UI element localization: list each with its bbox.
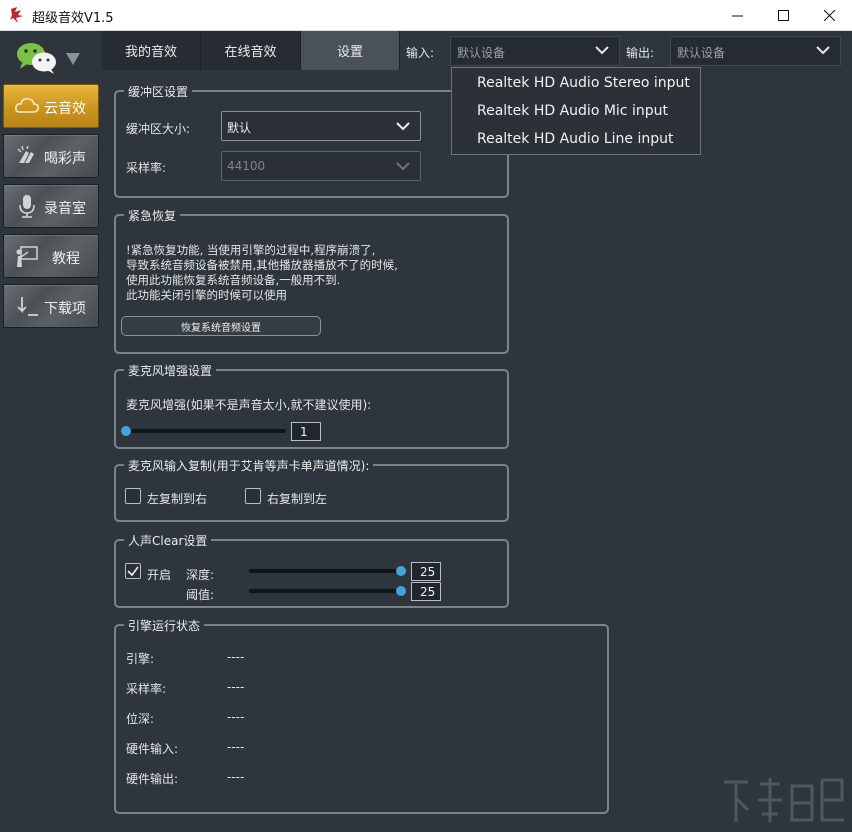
- input-device-value: 默认设备: [457, 46, 506, 60]
- tab-my-effects[interactable]: 我的音效: [102, 31, 201, 70]
- minimize-button[interactable]: [714, 0, 760, 30]
- sample-rate-select[interactable]: 44100: [221, 151, 421, 181]
- sample-rate-label: 采样率:: [126, 161, 167, 175]
- left-to-right-checkbox[interactable]: [125, 488, 141, 504]
- vocal-clear-group: 人声Clear设置: [114, 532, 509, 608]
- sidebar-item-label: 下载项: [44, 301, 86, 317]
- input-label: 输入:: [406, 46, 435, 60]
- engine-status-value: ----: [227, 740, 245, 754]
- depth-value[interactable]: 25: [411, 562, 441, 581]
- watermark-logo: [724, 778, 844, 822]
- sidebar-header: [0, 31, 102, 81]
- sidebar-item-label: 教程: [52, 251, 80, 267]
- recovery-text-line: 导致系统音频设备被禁用,其他播放器播放不了的时候,: [126, 258, 398, 272]
- group-title: 缓冲区设置: [124, 83, 193, 100]
- slider-fill: [249, 569, 401, 573]
- group-title: 麦克风增强设置: [124, 362, 217, 379]
- dropdown-option[interactable]: Realtek HD Audio Line input: [477, 131, 673, 147]
- right-to-left-checkbox[interactable]: [245, 488, 261, 504]
- recovery-text-line: 此功能关闭引擎的时候可以使用: [126, 288, 287, 302]
- chevron-down-icon: [396, 122, 410, 131]
- close-button[interactable]: [806, 0, 852, 30]
- slider-fill: [249, 589, 401, 593]
- sidebar-item-applause[interactable]: 喝彩声: [3, 134, 99, 178]
- sidebar-item-label: 云音效: [44, 101, 86, 117]
- tab-online-effects[interactable]: 在线音效: [201, 31, 301, 70]
- app-logo-icon: [10, 7, 23, 23]
- left-to-right-label: 左复制到右: [147, 492, 208, 506]
- sidebar-item-label: 录音室: [44, 201, 86, 217]
- engine-status-label: 采样率:: [126, 682, 167, 696]
- output-device-select[interactable]: 默认设备: [670, 36, 841, 66]
- wechat-dropdown-arrow-icon[interactable]: [66, 53, 80, 65]
- title-bar: 超级音效V1.5: [0, 0, 852, 31]
- mic-boost-label: 麦克风增强(如果不是声音太小,就不建议使用):: [126, 398, 372, 412]
- maximize-icon: [777, 9, 789, 21]
- applause-icon: [17, 145, 34, 163]
- group-title: 人声Clear设置: [124, 532, 212, 549]
- buffer-size-select[interactable]: 默认: [221, 111, 421, 141]
- mic-boost-value[interactable]: 1: [291, 422, 321, 441]
- restore-audio-button[interactable]: 恢复系统音频设置: [121, 316, 321, 336]
- wechat-icon[interactable]: [16, 41, 58, 75]
- buffer-size-label: 缓冲区大小:: [126, 122, 191, 136]
- recovery-text-line: 使用此功能恢复系统音频设备,一般用不到.: [126, 273, 341, 287]
- slider-handle[interactable]: [121, 426, 131, 436]
- tab-label: 设置: [336, 45, 363, 60]
- sidebar-item-label: 喝彩声: [44, 151, 86, 167]
- download-icon: [17, 297, 38, 316]
- buffer-size-value: 默认: [227, 121, 252, 135]
- sidebar-item-tutorial[interactable]: 教程: [3, 234, 99, 278]
- mic-boost-slider[interactable]: [121, 426, 286, 436]
- engine-status-label: 引擎:: [126, 652, 155, 666]
- slider-handle[interactable]: [396, 586, 406, 596]
- dropdown-option[interactable]: Realtek HD Audio Stereo input: [477, 75, 690, 91]
- tab-settings[interactable]: 设置: [301, 31, 400, 70]
- sidebar-item-downloads[interactable]: 下载项: [3, 284, 99, 328]
- input-device-select[interactable]: 默认设备: [450, 36, 620, 66]
- enable-clear-label: 开启: [147, 568, 172, 582]
- engine-status-label: 硬件输出:: [126, 772, 179, 786]
- recovery-text-line: !紧急恢复功能, 当使用引擎的过程中,程序崩溃了,: [126, 243, 376, 257]
- sample-rate-value: 44100: [227, 159, 266, 173]
- cloud-icon: [15, 98, 39, 113]
- engine-status-group: 引擎运行状态: [114, 617, 609, 814]
- slider-handle[interactable]: [396, 566, 406, 576]
- engine-status-value: ----: [227, 650, 245, 664]
- minimize-icon: [731, 15, 743, 16]
- engine-status-label: 位深:: [126, 712, 155, 726]
- depth-slider[interactable]: [249, 566, 406, 576]
- tab-label: 我的音效: [124, 45, 177, 60]
- maximize-button[interactable]: [760, 0, 806, 30]
- enable-clear-checkbox[interactable]: [125, 563, 141, 579]
- output-label: 输出:: [626, 46, 655, 60]
- close-icon: [823, 9, 835, 21]
- buffer-settings-group: 缓冲区设置: [114, 83, 509, 198]
- chevron-down-icon: [396, 162, 410, 171]
- window-title: 超级音效V1.5: [32, 11, 114, 26]
- engine-status-value: ----: [227, 710, 245, 724]
- threshold-value[interactable]: 25: [411, 582, 441, 601]
- dropdown-option[interactable]: Realtek HD Audio Mic input: [477, 103, 668, 119]
- chevron-down-icon: [816, 46, 830, 55]
- sidebar-item-studio[interactable]: 录音室: [3, 184, 99, 228]
- group-title: 紧急恢复: [124, 207, 181, 224]
- engine-status-label: 硬件输入:: [126, 742, 179, 756]
- sidebar-item-cloud-effects[interactable]: 云音效: [3, 84, 99, 128]
- threshold-slider[interactable]: [249, 586, 406, 596]
- engine-status-value: ----: [227, 770, 245, 784]
- group-title: 引擎运行状态: [124, 617, 205, 634]
- checkmark-icon: [127, 566, 139, 577]
- microphone-icon: [19, 195, 35, 218]
- tab-label: 在线音效: [224, 45, 277, 60]
- engine-status-value: ----: [227, 680, 245, 694]
- right-to-left-label: 右复制到左: [267, 492, 328, 506]
- chevron-down-icon: [595, 46, 609, 55]
- input-device-dropdown: Realtek HD Audio Stereo input Realtek HD…: [451, 67, 701, 155]
- group-title: 麦克风输入复制(用于艾肯等声卡单声道情况):: [124, 457, 374, 474]
- output-device-value: 默认设备: [677, 46, 726, 60]
- depth-label: 深度:: [186, 568, 215, 582]
- tutorial-icon: [16, 246, 38, 267]
- threshold-label: 阈值:: [186, 588, 215, 602]
